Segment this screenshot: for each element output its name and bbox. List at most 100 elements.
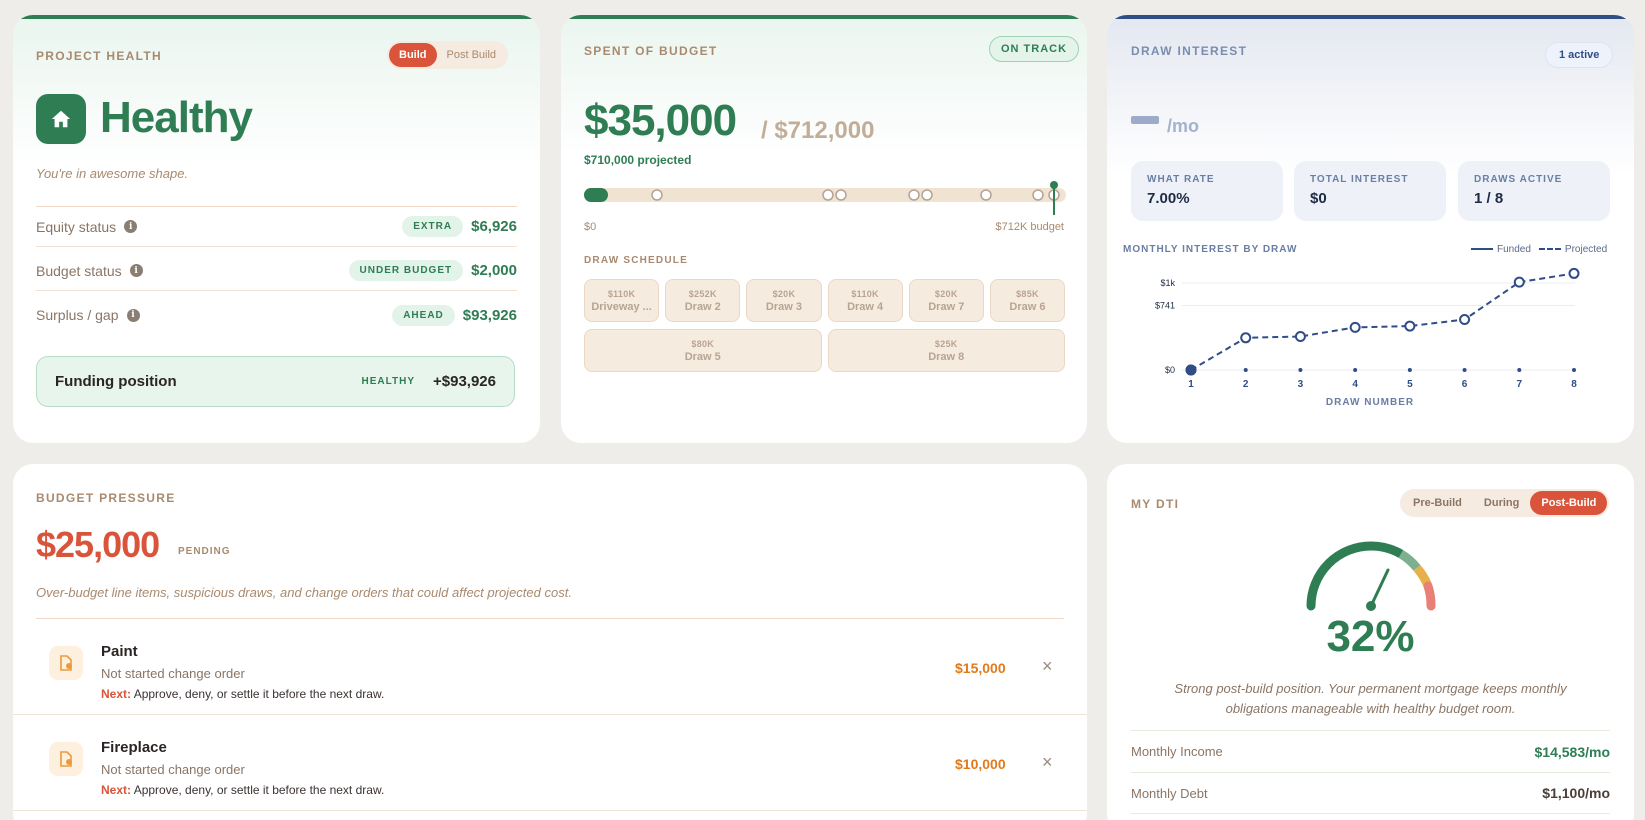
gauge-red — [1423, 581, 1436, 611]
item-status: Not started change order — [101, 666, 245, 681]
info-icon[interactable]: i — [129, 264, 143, 277]
y-tick-label: $741 — [1155, 301, 1175, 311]
draw-marker — [835, 189, 847, 201]
draw-chip[interactable]: $80K Draw 5 — [584, 329, 822, 372]
draw-interest-card: DRAW INTEREST 1 active /mo WHAT RATE 7.00… — [1107, 15, 1634, 443]
projected-point — [1294, 331, 1306, 343]
x-tick-dot — [1243, 368, 1248, 372]
accent-bar — [561, 15, 1087, 19]
draw-chip[interactable]: $20K Draw 7 — [908, 279, 984, 322]
toggle-build[interactable]: Build — [389, 43, 437, 67]
budget-progress-bar — [584, 181, 1066, 215]
x-tick-dot — [1298, 368, 1303, 372]
x-tick-dot — [1353, 368, 1358, 372]
draw-chip[interactable]: $110K Driveway ... — [584, 279, 660, 322]
bar-end-label: $712K budget — [995, 221, 1064, 233]
dti-description: Strong post-build position. Your permane… — [1174, 681, 1567, 716]
info-icon[interactable]: i — [126, 308, 140, 322]
row-value: $6,926 — [471, 218, 517, 235]
funding-label: Funding position — [55, 373, 177, 390]
interest-chart: $1k $741 $0 1 2 3 4 5 6 7 8 DRAW NUMBER — [1155, 267, 1580, 408]
funded-point — [1185, 364, 1197, 376]
projected-point — [1513, 276, 1525, 288]
x-tick-dot — [1462, 368, 1467, 372]
gauge-needle — [1369, 568, 1390, 608]
gauge-hub — [1366, 601, 1376, 611]
row-label: Budget status — [36, 262, 122, 279]
row-label: Equity status — [36, 218, 117, 235]
bar-start-label: $0 — [584, 221, 597, 233]
draw-chip[interactable]: $252K Draw 2 — [665, 279, 741, 322]
status-badge: UNDER BUDGET — [348, 260, 464, 281]
dti-phase-toggle[interactable]: Pre-Build During Post-Build — [1400, 489, 1610, 517]
stat-total-interest: TOTAL INTEREST $0 — [1294, 161, 1446, 221]
stat-draws-active: DRAWS ACTIVE 1 / 8 — [1458, 161, 1610, 221]
pending-label: PENDING — [178, 546, 231, 557]
accent-bar — [13, 15, 540, 19]
toggle-pre-build[interactable]: Pre-Build — [1402, 491, 1473, 515]
gauge-green — [1306, 541, 1376, 611]
item-status: Not started change order — [101, 762, 245, 777]
y-tick-label: $0 — [1165, 365, 1175, 375]
build-toggle[interactable]: Build Post Build — [387, 41, 509, 69]
funding-status: HEALTHY — [361, 376, 416, 387]
chart-title: MONTHLY INTEREST BY DRAW — [1123, 244, 1298, 255]
draw-schedule: $110K Driveway ... $252K Draw 2 $20K Draw 3… — [584, 279, 1066, 379]
projected-point — [1349, 321, 1361, 333]
gauge-green-2 — [1370, 541, 1404, 558]
budget-pressure-card: BUDGET PRESSURE $25,000 PENDING Over-bud… — [13, 464, 1087, 820]
projected-point — [1568, 267, 1580, 279]
monthly-debt-row: Monthly Debt $1,100/mo — [1131, 772, 1610, 814]
health-subtitle: You're in awesome shape. — [36, 166, 189, 181]
toggle-during[interactable]: During — [1473, 491, 1530, 515]
item-name: Paint — [101, 643, 138, 660]
x-tick-label: 8 — [1571, 379, 1577, 390]
legend-projected: Projected — [1538, 244, 1607, 255]
equity-status-row: Equity status i EXTRA $6,926 — [36, 207, 517, 247]
item-next-step: Next: Approve, deny, or settle it before… — [101, 687, 385, 701]
change-order-item[interactable]: Fireplace Not started change order Next:… — [13, 715, 1087, 811]
item-next-step: Next: Approve, deny, or settle it before… — [101, 783, 385, 797]
draw-marker — [921, 189, 933, 201]
close-icon[interactable]: × — [1042, 656, 1053, 677]
x-tick-dot — [1407, 368, 1412, 372]
dti-card: MY DTI Pre-Build During Post-Build 32% S… — [1107, 464, 1634, 820]
draw-chip[interactable]: $85K Draw 6 — [989, 279, 1066, 322]
x-tick-label: 5 — [1407, 379, 1413, 390]
item-amount: $15,000 — [955, 660, 1006, 676]
monthly-income-row: Monthly Income $14,583/mo — [1131, 730, 1610, 772]
change-order-item[interactable]: Paint Not started change order Next: App… — [13, 619, 1087, 715]
spent-of-budget-card: SPENT OF BUDGET ON TRACK $35,000 / $712,… — [561, 15, 1087, 443]
draw-chip[interactable]: $25K Draw 8 — [827, 329, 1065, 372]
x-tick-label: 6 — [1462, 379, 1468, 390]
per-month-label: /mo — [1167, 116, 1200, 136]
card-title: DRAW INTEREST — [1131, 44, 1248, 58]
toggle-post-build[interactable]: Post Build — [437, 43, 507, 67]
gauge-light — [1398, 550, 1421, 571]
card-title: SPENT OF BUDGET — [584, 44, 718, 58]
pending-amount: $25,000 — [36, 524, 160, 565]
draw-chip[interactable]: $110K Draw 4 — [827, 279, 903, 322]
budget-status-row: Budget status i UNDER BUDGET $2,000 — [36, 251, 517, 291]
x-tick-label: 1 — [1188, 379, 1194, 390]
x-tick-label: 3 — [1298, 379, 1304, 390]
x-tick-label: 2 — [1243, 379, 1249, 390]
pressure-description: Over-budget line items, suspicious draws… — [36, 585, 572, 600]
chart-legend: Funded Projected — [1471, 244, 1607, 255]
funding-position-box: Funding position HEALTHY +$93,926 — [36, 356, 515, 407]
close-icon[interactable]: × — [1042, 752, 1053, 773]
projected-point — [1240, 332, 1252, 344]
draw-marker — [980, 189, 992, 201]
x-axis-label: DRAW NUMBER — [1326, 397, 1414, 408]
on-track-badge: ON TRACK — [989, 36, 1080, 62]
card-title: MY DTI — [1131, 497, 1180, 511]
draw-chip[interactable]: $20K Draw 3 — [746, 279, 822, 322]
document-icon — [49, 742, 83, 776]
status-badge: EXTRA — [402, 216, 464, 237]
card-title: PROJECT HEALTH — [36, 49, 162, 63]
x-tick-dot — [1572, 368, 1576, 372]
info-icon[interactable]: i — [124, 220, 138, 233]
funding-value: +$93,926 — [433, 373, 496, 390]
health-status: Healthy — [100, 93, 253, 142]
toggle-post-build[interactable]: Post-Build — [1530, 491, 1608, 515]
